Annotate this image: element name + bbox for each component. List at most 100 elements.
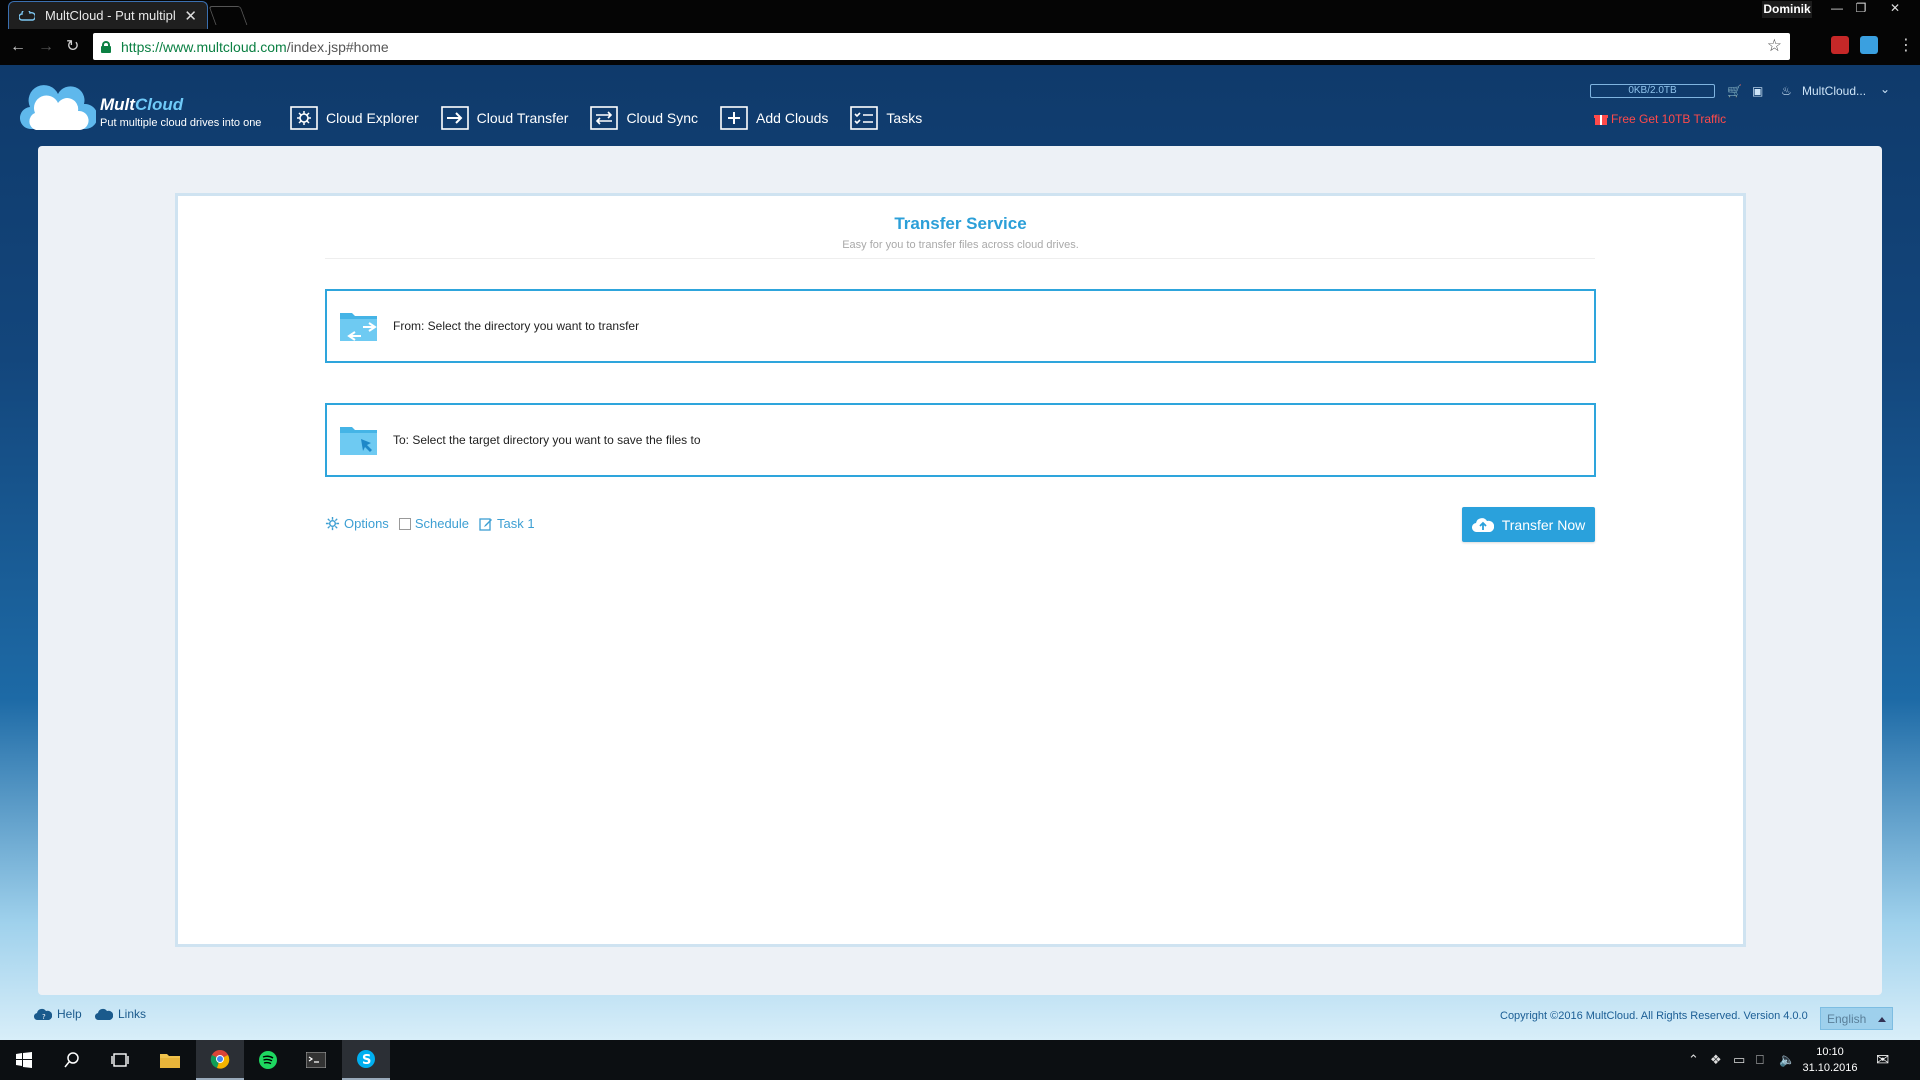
task-name-label: Task 1 xyxy=(497,516,535,531)
nav-add-clouds[interactable]: Add Clouds xyxy=(720,106,828,130)
free-traffic-link[interactable]: Free Get 10TB Traffic xyxy=(1594,112,1726,126)
tray-battery-icon[interactable]: ▭ xyxy=(1733,1052,1745,1068)
forward-arrow-icon[interactable]: → xyxy=(38,37,54,57)
transfer-options-row: Options Schedule Task 1 xyxy=(325,516,545,531)
sync-icon xyxy=(590,106,619,130)
to-directory-label: To: Select the target directory you want… xyxy=(393,433,701,447)
gear-icon xyxy=(290,106,318,130)
links-cloud-icon xyxy=(95,1008,113,1020)
browser-toolbar: ← → ↻ https://www.multcloud.com/index.js… xyxy=(0,29,1920,65)
bell-icon[interactable]: ♨ xyxy=(1781,84,1792,98)
tray-dropbox-icon[interactable]: ❖ xyxy=(1710,1052,1722,1068)
brand-tagline: Put multiple cloud drives into one xyxy=(100,117,262,129)
cloud-upload-icon xyxy=(1471,517,1494,532)
brand-mult: Mult xyxy=(100,95,135,114)
svg-text:S: S xyxy=(362,1053,371,1068)
transfer-service-subtitle: Easy for you to transfer files across cl… xyxy=(842,239,1079,251)
extension-cloud-icon[interactable] xyxy=(1860,36,1878,54)
caret-up-icon xyxy=(1878,1017,1886,1022)
skype-icon: S xyxy=(357,1050,375,1068)
extension-ublock-icon[interactable] xyxy=(1831,36,1849,54)
restore-icon[interactable]: ❐ xyxy=(1849,0,1873,18)
options-label: Options xyxy=(344,516,389,531)
to-directory-selector[interactable]: To: Select the target directory you want… xyxy=(325,403,1596,477)
multcloud-logo-icon[interactable] xyxy=(20,84,96,134)
tasks-icon xyxy=(850,106,879,130)
cart-icon[interactable]: 🛒 xyxy=(1727,84,1742,98)
free-traffic-label: Free Get 10TB Traffic xyxy=(1611,112,1727,126)
folder-source-icon xyxy=(340,313,377,341)
nav-add-clouds-label: Add Clouds xyxy=(756,110,829,126)
traffic-usage-bar[interactable]: 0KB/2.0TB xyxy=(1590,84,1715,98)
user-menu[interactable]: MultCloud... xyxy=(1802,84,1866,98)
copyright-text: Copyright ©2016 MultCloud. All Rights Re… xyxy=(1500,1010,1808,1022)
nav-cloud-explorer[interactable]: Cloud Explorer xyxy=(290,106,419,130)
url-path: /index.jsp#home xyxy=(286,38,389,55)
help-link[interactable]: ? Help xyxy=(34,1007,82,1021)
nav-cloud-explorer-label: Cloud Explorer xyxy=(326,110,419,126)
schedule-label: Schedule xyxy=(414,516,470,531)
url-host: https://www.multcloud.com xyxy=(121,38,287,55)
task-name-edit[interactable]: Task 1 xyxy=(479,516,535,531)
nav-cloud-transfer-label: Cloud Transfer xyxy=(476,110,569,126)
transfer-service-title: Transfer Service xyxy=(894,214,1027,233)
links-label: Links xyxy=(118,1007,147,1021)
windows-logo-icon xyxy=(16,1052,32,1068)
help-label: Help xyxy=(57,1007,82,1021)
transfer-service-card: Transfer Service Easy for you to transfe… xyxy=(175,193,1746,947)
folder-icon xyxy=(160,1054,180,1068)
gear-icon xyxy=(325,516,340,531)
nav-tasks[interactable]: Tasks xyxy=(850,106,922,130)
clock-date: 31.10.2016 xyxy=(1802,1062,1858,1074)
language-value: English xyxy=(1827,1011,1867,1026)
tab-close-icon[interactable]: ✕ xyxy=(184,7,197,25)
brand-name[interactable]: MultCloud xyxy=(100,95,183,115)
profile-button[interactable]: Dominik xyxy=(1762,1,1812,18)
browser-menu-icon[interactable]: ⋮ xyxy=(1898,37,1914,55)
svg-text:?: ? xyxy=(42,1013,46,1021)
start-button[interactable] xyxy=(0,1040,48,1080)
file-explorer-button[interactable] xyxy=(146,1040,194,1080)
terminal-button[interactable] xyxy=(292,1040,340,1080)
system-clock[interactable]: 10:10 31.10.2016 xyxy=(1800,1044,1860,1076)
message-icon[interactable]: ▣ xyxy=(1752,84,1763,98)
task-view-button[interactable] xyxy=(96,1040,144,1080)
schedule-checkbox[interactable]: Schedule xyxy=(398,516,470,531)
chrome-button[interactable] xyxy=(196,1040,244,1080)
transfer-now-label: Transfer Now xyxy=(1501,516,1586,533)
back-arrow-icon[interactable]: ← xyxy=(10,37,26,57)
new-tab-button[interactable] xyxy=(208,6,248,25)
bookmark-star-icon[interactable]: ☆ xyxy=(1767,36,1782,56)
from-directory-selector[interactable]: From: Select the directory you want to t… xyxy=(325,289,1596,363)
tray-network-icon[interactable]: ⎕ xyxy=(1756,1052,1764,1068)
spotify-button[interactable] xyxy=(244,1040,292,1080)
nav-cloud-transfer[interactable]: Cloud Transfer xyxy=(440,106,569,130)
skype-button[interactable]: S xyxy=(342,1040,390,1080)
chevron-down-icon[interactable]: ⌄ xyxy=(1880,82,1890,96)
nav-cloud-sync-label: Cloud Sync xyxy=(626,110,699,126)
tray-volume-icon[interactable]: 🔈 xyxy=(1779,1052,1795,1068)
windows-taskbar: S ⌃ ❖ ▭ ⎕ 🔈 10:10 31.10.2016 ✉ xyxy=(0,1040,1920,1080)
links-link[interactable]: Links xyxy=(95,1007,146,1021)
minimize-icon[interactable]: — xyxy=(1825,0,1849,18)
browser-tabstrip: MultCloud - Put multiple ✕ Dominik — ❐ ✕ xyxy=(0,0,1920,29)
main-nav: Cloud Explorer Cloud Transfer Cloud Sync… xyxy=(290,106,922,130)
address-bar[interactable]: https://www.multcloud.com/index.jsp#home… xyxy=(93,33,1790,60)
action-center-icon[interactable]: ✉ xyxy=(1876,1050,1889,1070)
search-icon xyxy=(64,1052,79,1068)
help-cloud-icon: ? xyxy=(34,1008,52,1021)
gift-icon xyxy=(1594,115,1608,125)
language-select[interactable]: English xyxy=(1820,1007,1893,1030)
brand-cloud: Cloud xyxy=(134,95,184,114)
terminal-icon xyxy=(306,1052,326,1068)
browser-tab-multcloud[interactable]: MultCloud - Put multiple ✕ xyxy=(8,1,208,29)
transfer-now-button[interactable]: Transfer Now xyxy=(1462,507,1595,542)
window-close-icon[interactable]: ✕ xyxy=(1883,0,1907,18)
browser-tab-title: MultCloud - Put multiple xyxy=(45,8,177,23)
nav-cloud-sync[interactable]: Cloud Sync xyxy=(590,106,698,130)
options-link[interactable]: Options xyxy=(325,516,389,531)
tray-chevron-up-icon[interactable]: ⌃ xyxy=(1688,1052,1699,1068)
schedule-checkbox-box[interactable] xyxy=(398,517,411,530)
reload-icon[interactable]: ↻ xyxy=(66,37,79,57)
search-button[interactable] xyxy=(48,1040,96,1080)
